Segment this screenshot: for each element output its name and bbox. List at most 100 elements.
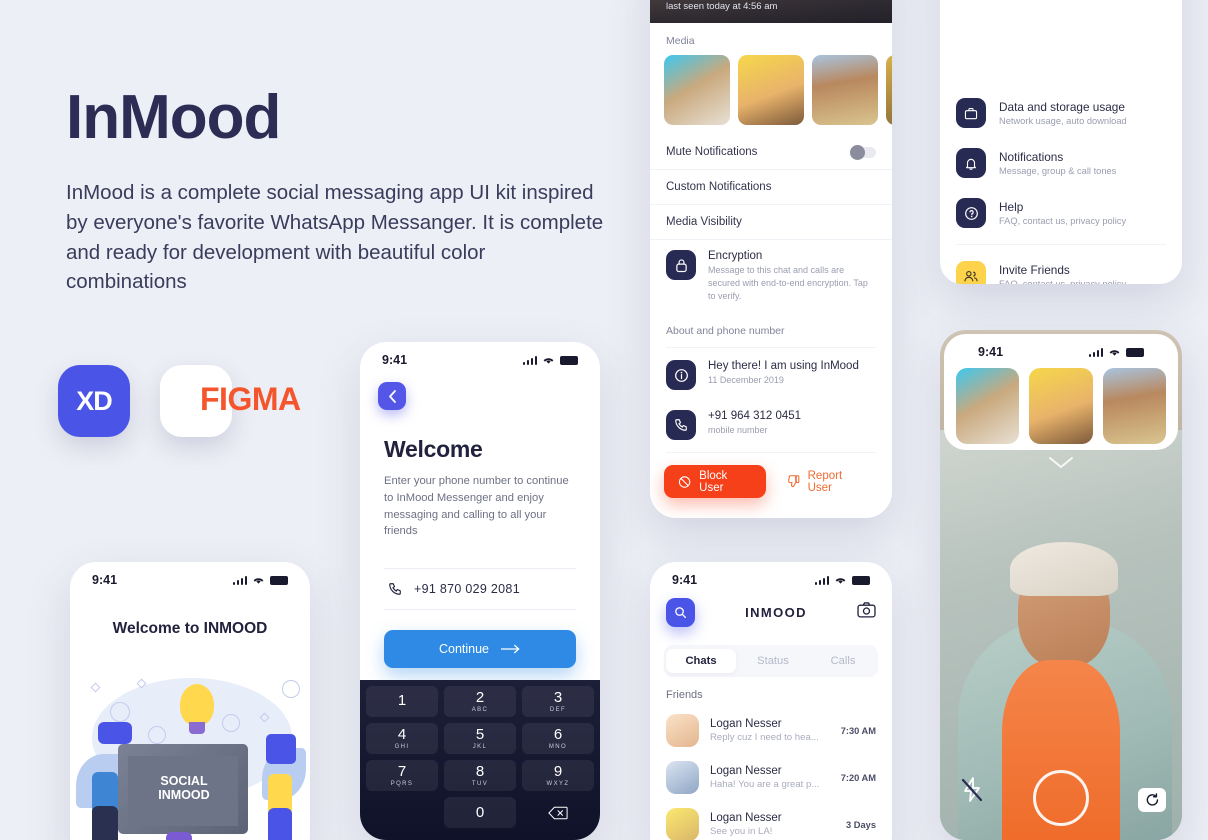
friends-section-label: Friends [666,689,703,701]
xd-badge-label: XD [76,385,113,416]
back-button[interactable] [378,382,406,410]
shutter-button[interactable] [1033,770,1089,826]
chat-preview-text: Haha! You are a great p... [710,779,820,790]
custom-notifications-row[interactable]: Custom Notifications [650,170,892,205]
chat-timestamp: 3 Days [846,819,876,830]
keypad-row: 1 2 ABC 3 DEF [366,686,594,717]
media-picker-row[interactable] [956,364,1166,444]
media-thumbnail-row[interactable] [650,55,892,125]
backspace-key[interactable] [522,797,594,828]
numeric-keypad[interactable]: 1 2 ABC 3 DEF 4 GHI 5 JKL 6 MNO 7 PQRS 8 TUV 9W… [360,680,600,840]
about-status-row[interactable]: Hey there! I am using InMood 11 December… [650,350,892,400]
settings-item-invite-friends[interactable]: Invite Friends FAQ, contact us, privacy … [940,251,1182,284]
mute-notifications-row[interactable]: Mute Notifications [650,135,892,170]
info-icon [666,360,696,391]
key-9[interactable]: 9 WXYZ [522,760,594,791]
about-status-text: Hey there! I am using InMood [708,360,859,373]
chat-list-tabs[interactable]: Chats Status Calls [664,645,878,677]
settings-item-subtitle: Message, group & call tones [999,166,1117,176]
settings-item-data-storage[interactable]: Data and storage usage Network usage, au… [940,88,1182,138]
contact-phone-caption: mobile number [708,425,768,436]
keypad-row: 4 GHI 5 JKL 6 MNO [366,723,594,754]
hero-block: InMood InMood is a complete social messa… [66,85,626,297]
collapse-picker-button[interactable] [1048,456,1074,474]
figma-badge[interactable]: FIGMA [160,365,301,437]
phone-number-field[interactable]: +91 870 029 2081 [384,568,576,611]
key-8[interactable]: 8 TUV [444,760,516,791]
continue-button-label: Continue [438,642,490,657]
media-thumbnail[interactable] [664,55,730,125]
chat-bubble-icon [98,722,132,744]
media-thumbnail[interactable] [886,55,892,125]
tab-chats[interactable]: Chats [666,649,736,673]
custom-notifications-label: Custom Notifications [666,181,772,193]
signal-icon [1088,347,1103,357]
camera-icon [857,602,876,618]
key-0[interactable]: 0 [444,797,516,828]
settings-item-subtitle: Network usage, auto download [999,116,1127,126]
status-bar: 9:41 [650,562,892,592]
status-time: 9:41 [978,345,1004,359]
welcome-illustration-screen: 9:41 Welcome to INMOOD SOCIAL INMOOD [70,562,310,840]
hero-description: InMood is a complete social messaging ap… [66,181,604,294]
welcome-copy: Welcome Enter your phone number to conti… [360,410,600,540]
contact-last-seen: last seen today at 4:56 am [666,1,778,12]
avatar [666,714,699,747]
key-1[interactable]: 1 [366,686,438,717]
chat-contact-name: Logan Nesser [710,812,782,824]
camera-button[interactable] [857,602,876,623]
welcome-description: Enter your phone number to continue to I… [384,475,569,538]
chat-list-item[interactable]: Logan Nesser See you in LA! 3 Days [650,801,892,840]
key-6[interactable]: 6 MNO [522,723,594,754]
key-2[interactable]: 2 ABC [444,686,516,717]
onboarding-illustration: SOCIAL INMOOD [70,656,310,840]
camera-screen: 9:41 [940,330,1182,840]
encryption-title: Encryption [708,250,763,262]
tab-calls[interactable]: Calls [808,649,878,673]
continue-button[interactable]: Continue [384,630,576,669]
status-icons [232,575,288,585]
chat-list-item[interactable]: Logan Nesser Reply cuz I need to hea... … [650,707,892,754]
backspace-icon [548,806,568,819]
settings-screen: Data and storage usage Network usage, au… [940,0,1182,284]
tab-status[interactable]: Status [738,649,808,673]
media-thumbnail[interactable] [1102,368,1166,444]
chevron-down-icon [1049,457,1073,468]
block-user-button[interactable]: Block User [664,465,766,499]
chat-preview-text: Reply cuz I need to hea... [710,732,819,743]
media-thumbnail[interactable] [1029,368,1093,444]
key-4[interactable]: 4 GHI [366,723,438,754]
media-picker-card: 9:41 [944,334,1178,450]
encryption-row[interactable]: Encryption Message to this chat and call… [650,240,892,313]
media-thumbnail[interactable] [738,55,804,125]
flash-off-button[interactable] [960,777,984,808]
keypad-row: 7 PQRS 8 TUV 9 WXYZ [366,760,594,791]
settings-item-help[interactable]: Help FAQ, contact us, privacy policy [940,188,1182,238]
status-icons [522,355,578,365]
key-7[interactable]: 7 PQRS [366,760,438,791]
key-5[interactable]: 5 JKL [444,723,516,754]
search-button[interactable] [666,598,695,627]
key-3[interactable]: 3 DEF [522,686,594,717]
battery-icon [852,575,870,585]
media-visibility-row[interactable]: Media Visibility [650,205,892,240]
phone-icon [389,583,401,596]
settings-item-notifications[interactable]: Notifications Message, group & call tone… [940,138,1182,188]
about-section-label: About and phone number [666,325,785,338]
xd-badge[interactable]: XD [58,365,130,437]
media-thumbnail[interactable] [812,55,878,125]
mute-notifications-toggle[interactable] [850,144,876,160]
flip-camera-button[interactable] [1138,788,1166,812]
phone-icon [666,410,696,441]
key-blank [366,797,438,828]
phone-number-value: +91 870 029 2081 [414,582,520,597]
chat-list-header: INMOOD [650,592,892,639]
media-thumbnail[interactable] [956,368,1020,444]
chat-list-item[interactable]: Logan Nesser Haha! You are a great p... … [650,754,892,801]
avatar [666,761,699,794]
wifi-icon [835,578,846,584]
status-bar: 9:41 [956,334,1166,364]
wifi-icon [1109,350,1120,356]
phone-number-row[interactable]: +91 964 312 0451 mobile number [650,400,892,450]
report-user-button[interactable]: Report User [774,470,879,494]
